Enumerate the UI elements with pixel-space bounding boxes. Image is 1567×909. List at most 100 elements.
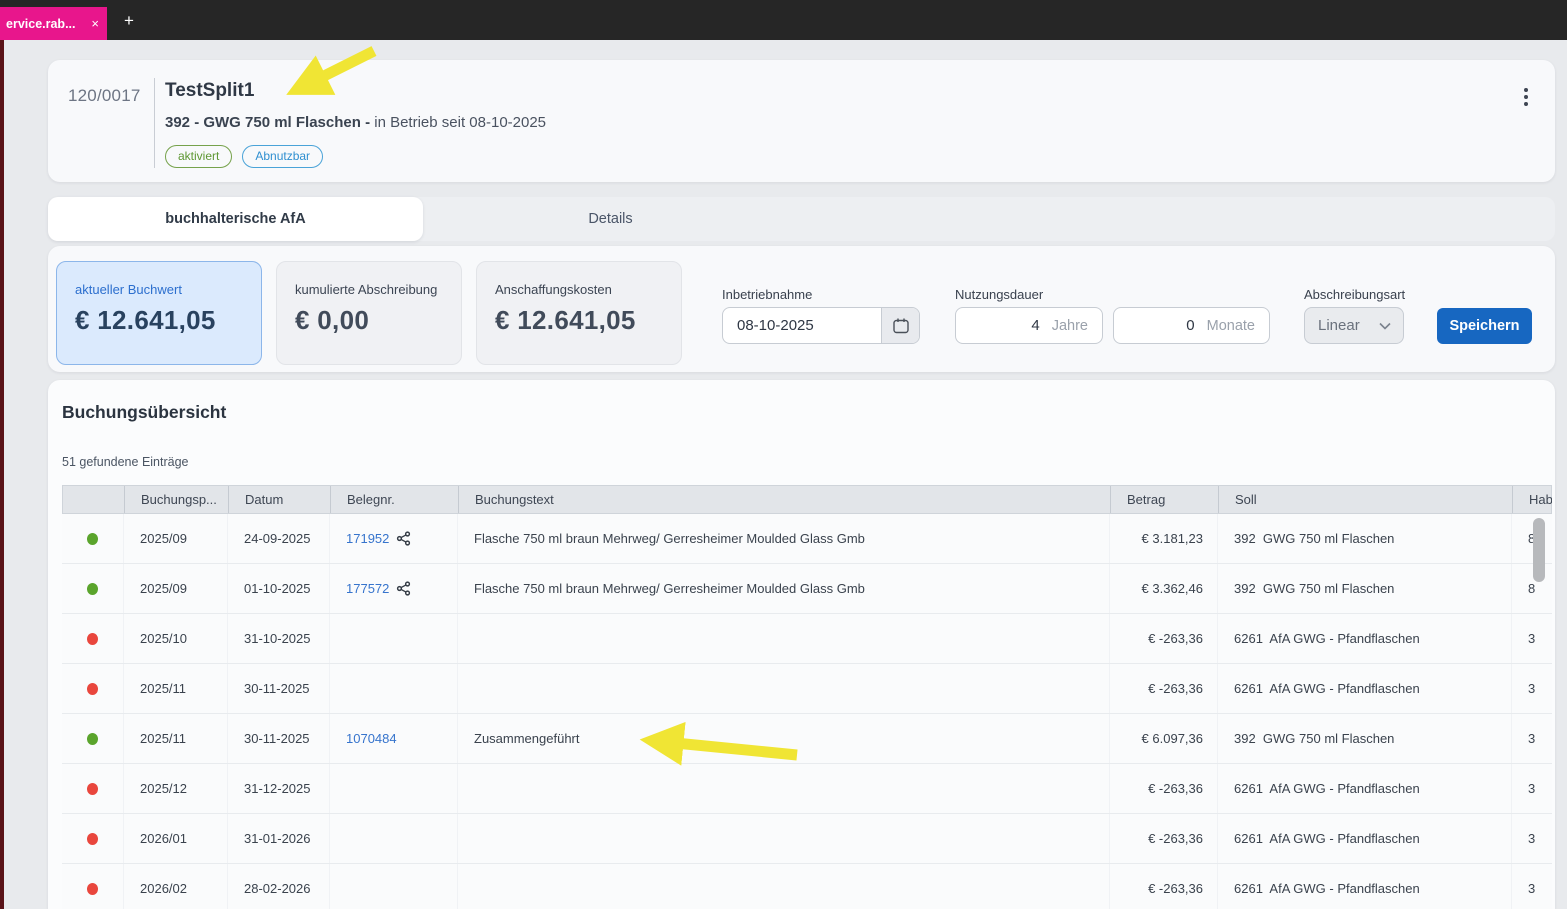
years-value: 4: [956, 317, 1040, 334]
document-number-link[interactable]: 1070484: [346, 731, 397, 746]
status-dot-red: [87, 833, 98, 845]
document-number-cell: [330, 614, 458, 663]
booking-date-cell: 31-12-2025: [228, 764, 330, 813]
amount-cell: € 6.097,36: [1110, 714, 1218, 763]
new-tab-icon[interactable]: +: [117, 9, 141, 33]
debit-account-cell: 6261 AfA GWG - Pfandflaschen: [1218, 864, 1512, 909]
column-header-period[interactable]: Buchungsp...: [125, 486, 229, 513]
column-header-docno[interactable]: Belegnr.: [331, 486, 459, 513]
booking-date-cell: 31-01-2026: [228, 814, 330, 863]
tab-details[interactable]: Details: [423, 197, 798, 241]
depreciation-type-label: Abschreibungsart: [1304, 287, 1405, 302]
share-icon[interactable]: [396, 581, 411, 596]
status-cell: [62, 564, 124, 613]
table-row[interactable]: 2025/1231-12-2025€ -263,366261 AfA GWG -…: [62, 764, 1552, 814]
bookings-title: Buchungsübersicht: [62, 402, 226, 423]
share-icon[interactable]: [396, 531, 411, 546]
credit-account-cell: 3: [1512, 864, 1552, 909]
metric-acquisition-cost: Anschaffungskosten € 12.641,05: [476, 261, 682, 365]
table-row[interactable]: 2025/1031-10-2025€ -263,366261 AfA GWG -…: [62, 614, 1552, 664]
table-row[interactable]: 2025/1130-11-2025 1070484 Zusammengeführt€…: [62, 714, 1552, 764]
commissioning-date-field[interactable]: 08-10-2025: [722, 307, 920, 344]
save-button[interactable]: Speichern: [1437, 308, 1532, 344]
booking-period-cell: 2025/10: [124, 614, 228, 663]
useful-life-years-field[interactable]: 4 Jahre: [955, 307, 1103, 344]
booking-date-cell: 01-10-2025: [228, 564, 330, 613]
bookings-card: Buchungsübersicht 51 gefundene Einträge …: [48, 380, 1555, 909]
debit-account-cell: 6261 AfA GWG - Pfandflaschen: [1218, 764, 1512, 813]
credit-account-cell: 3: [1512, 814, 1552, 863]
booking-period-cell: 2026/02: [124, 864, 228, 909]
document-number-cell: [330, 814, 458, 863]
table-row[interactable]: 2025/0924-09-2025171952Flasche 750 ml br…: [62, 514, 1552, 564]
status-cell: [62, 864, 124, 909]
status-dot-red: [87, 783, 98, 795]
table-row[interactable]: 2026/0228-02-2026€ -263,366261 AfA GWG -…: [62, 864, 1552, 909]
metric-accumulated-depreciation: kumulierte Abschreibung € 0,00: [276, 261, 462, 365]
asset-subtitle-commissioned: in Betrieb seit 08-10-2025: [370, 114, 546, 131]
amount-cell: € -263,36: [1110, 814, 1218, 863]
column-header-credit[interactable]: Hab: [1513, 486, 1552, 513]
commissioning-date-value: 08-10-2025: [723, 317, 881, 334]
debit-account-cell: 392 GWG 750 ml Flaschen: [1218, 714, 1512, 763]
afa-panel: aktueller Buchwert € 12.641,05 kumuliert…: [48, 246, 1555, 372]
document-number-cell: 177572: [330, 564, 458, 613]
document-number-cell: [330, 664, 458, 713]
months-suffix: Monate: [1195, 318, 1269, 334]
kebab-menu-icon[interactable]: [1517, 84, 1535, 110]
document-number-cell: 171952: [330, 514, 458, 563]
credit-account-cell: 3: [1512, 614, 1552, 663]
table-row[interactable]: 2025/0901-10-2025177572Flasche 750 ml br…: [62, 564, 1552, 614]
tab-close-icon[interactable]: ×: [91, 16, 99, 31]
calendar-icon[interactable]: [881, 308, 919, 343]
bookings-table: Buchungsp... Datum Belegnr. Buchungstext…: [62, 485, 1552, 909]
useful-life-months-field[interactable]: 0 Monate: [1113, 307, 1270, 344]
metric-label: aktueller Buchwert: [75, 282, 243, 297]
credit-account-cell: 3: [1512, 764, 1552, 813]
useful-life-label: Nutzungsdauer: [955, 287, 1043, 302]
table-scrollbar-thumb[interactable]: [1533, 518, 1545, 582]
years-suffix: Jahre: [1040, 318, 1102, 334]
credit-account-cell: 8: [1512, 564, 1552, 613]
column-header-debit[interactable]: Soll: [1219, 486, 1513, 513]
metric-label: Anschaffungskosten: [495, 282, 663, 297]
column-header-amount[interactable]: Betrag: [1111, 486, 1219, 513]
amount-cell: € -263,36: [1110, 664, 1218, 713]
status-badge-depreciable: Abnutzbar: [242, 145, 323, 168]
status-dot-red: [87, 683, 98, 695]
asset-subtitle: 392 - GWG 750 ml Flaschen - in Betrieb s…: [165, 114, 546, 131]
debit-account-cell: 6261 AfA GWG - Pfandflaschen: [1218, 814, 1512, 863]
document-number-link[interactable]: 177572: [346, 581, 389, 596]
booking-date-cell: 31-10-2025: [228, 614, 330, 663]
booking-period-cell: 2026/01: [124, 814, 228, 863]
browser-tab-active[interactable]: ervice.rab... ×: [0, 7, 107, 40]
tab-buchhalterische-afa[interactable]: buchhalterische AfA: [48, 197, 423, 241]
amount-cell: € -263,36: [1110, 764, 1218, 813]
table-row[interactable]: 2026/0131-01-2026 € -263,366261 AfA GWG -…: [62, 814, 1552, 864]
column-header-date[interactable]: Datum: [229, 486, 331, 513]
metric-value: € 12.641,05: [495, 305, 663, 336]
column-header-status[interactable]: [63, 486, 125, 513]
debit-account-cell: 6261 AfA GWG - Pfandflaschen: [1218, 664, 1512, 713]
booking-period-cell: 2025/11: [124, 664, 228, 713]
booking-text-cell: Zusammengeführt: [458, 714, 1110, 763]
credit-account-cell: 3: [1512, 714, 1552, 763]
document-number-cell: [330, 864, 458, 909]
column-header-text[interactable]: Buchungstext: [459, 486, 1111, 513]
left-edge-strip: [0, 40, 4, 909]
status-dot-red: [87, 633, 98, 645]
status-badge-active: aktiviert: [165, 145, 232, 168]
booking-date-cell: 30-11-2025: [228, 664, 330, 713]
status-dot-green: [87, 733, 98, 745]
status-cell: [62, 814, 124, 863]
booking-period-cell: 2025/11: [124, 714, 228, 763]
credit-account-cell: 3: [1512, 664, 1552, 713]
depreciation-type-select[interactable]: Linear: [1304, 307, 1404, 344]
table-row[interactable]: 2025/1130-11-2025 € -263,366261 AfA GWG -…: [62, 664, 1552, 714]
booking-date-cell: 28-02-2026: [228, 864, 330, 909]
amount-cell: € 3.181,23: [1110, 514, 1218, 563]
document-number-link[interactable]: 171952: [346, 531, 389, 546]
view-tabs: buchhalterische AfA Details: [48, 197, 1555, 241]
booking-date-cell: 30-11-2025: [228, 714, 330, 763]
commissioning-label: Inbetriebnahme: [722, 287, 812, 302]
